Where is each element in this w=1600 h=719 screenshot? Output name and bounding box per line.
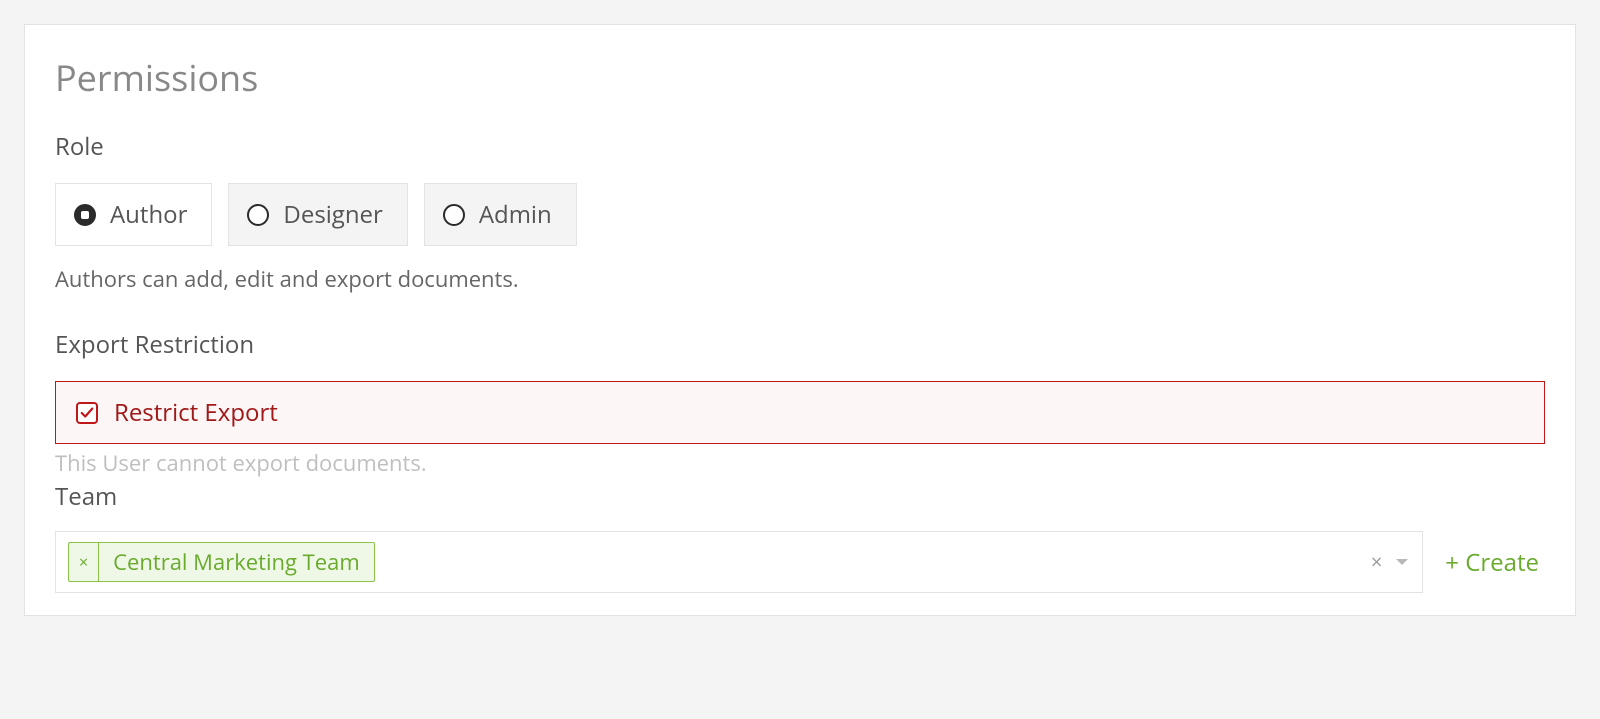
create-label: + Create (1445, 546, 1539, 579)
role-option-label: Admin (479, 198, 552, 231)
role-options: Author Designer Admin (55, 183, 1545, 246)
page-title: Permissions (55, 53, 1545, 102)
chevron-down-icon[interactable] (1394, 554, 1410, 570)
restrict-export-label: Restrict Export (114, 396, 278, 429)
role-option-label: Author (110, 198, 187, 231)
radio-selected-icon (74, 204, 96, 226)
select-controls: × (1371, 552, 1410, 572)
role-hint: Authors can add, edit and export documen… (55, 264, 1545, 294)
role-option-designer[interactable]: Designer (228, 183, 407, 246)
export-restriction-hint: This User cannot export documents. (55, 448, 1545, 478)
role-option-label: Designer (283, 198, 382, 231)
radio-icon (247, 204, 269, 226)
checkbox-checked-icon (76, 402, 98, 424)
create-team-button[interactable]: + Create (1439, 531, 1545, 593)
role-section-label: Role (55, 130, 1545, 163)
radio-icon (443, 204, 465, 226)
chip-label: Central Marketing Team (99, 543, 374, 581)
permissions-panel: Permissions Role Author Designer Admin A… (24, 24, 1576, 616)
team-row: × Central Marketing Team × + Create (55, 531, 1545, 593)
role-option-admin[interactable]: Admin (424, 183, 577, 246)
team-section-label: Team (55, 480, 1545, 513)
clear-icon[interactable]: × (1371, 552, 1382, 572)
export-restriction-label: Export Restriction (55, 328, 1545, 361)
restrict-export-toggle[interactable]: Restrict Export (55, 381, 1545, 444)
role-option-author[interactable]: Author (55, 183, 212, 246)
team-chip: × Central Marketing Team (68, 542, 375, 582)
team-chips: × Central Marketing Team (68, 542, 375, 582)
chip-remove-icon[interactable]: × (69, 543, 99, 581)
team-multiselect[interactable]: × Central Marketing Team × (55, 531, 1423, 593)
